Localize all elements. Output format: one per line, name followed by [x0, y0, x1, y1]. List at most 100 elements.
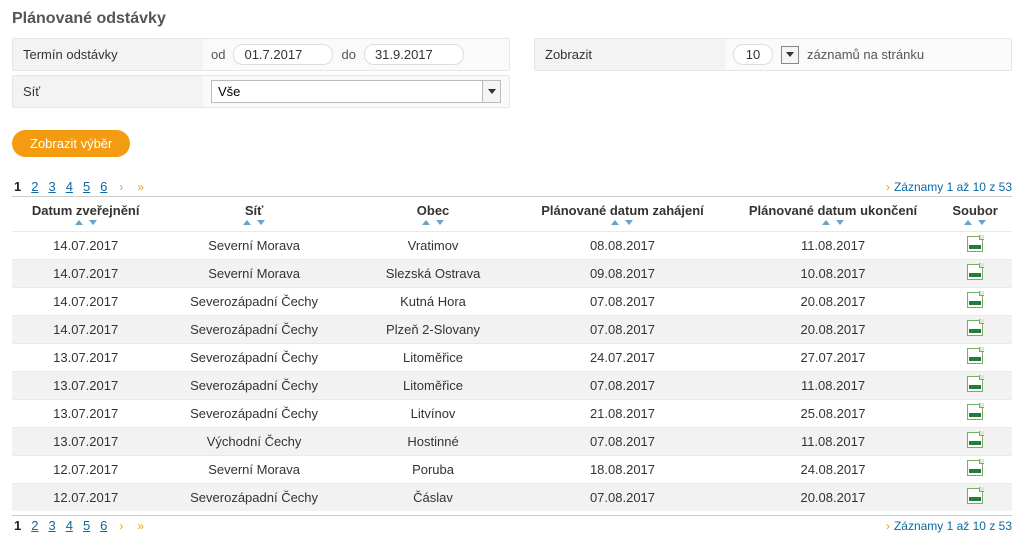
cell-file	[938, 484, 1012, 512]
excel-file-icon[interactable]	[967, 292, 983, 308]
pager-page-5[interactable]: 5	[83, 179, 90, 194]
pager-page-5[interactable]: 5	[83, 518, 90, 533]
cell-end: 27.07.2017	[728, 344, 939, 372]
cell-file	[938, 428, 1012, 456]
od-label: od	[211, 47, 225, 62]
pager-page-6[interactable]: 6	[100, 518, 107, 533]
cell-net: Severozápadní Čechy	[159, 372, 348, 400]
pager-last-icon[interactable]: »	[135, 180, 146, 194]
pager-page-2[interactable]: 2	[31, 179, 38, 194]
cell-obec: Poruba	[349, 456, 517, 484]
cell-net: Severní Morava	[159, 456, 348, 484]
pager-page-4[interactable]: 4	[66, 179, 73, 194]
cell-start: 21.08.2017	[517, 400, 728, 428]
cell-start: 07.08.2017	[517, 288, 728, 316]
sort-obec-desc-icon[interactable]	[436, 220, 444, 225]
table-row: 13.07.2017Severozápadní ČechyLitvínov21.…	[12, 400, 1012, 428]
date-to-input[interactable]: 31.9.2017	[364, 44, 464, 65]
cell-start: 07.08.2017	[517, 316, 728, 344]
cell-pub: 14.07.2017	[12, 260, 159, 288]
cell-pub: 13.07.2017	[12, 372, 159, 400]
table-row: 13.07.2017Severozápadní ČechyLitoměřice0…	[12, 372, 1012, 400]
cell-obec: Hostinné	[349, 428, 517, 456]
excel-file-icon[interactable]	[967, 432, 983, 448]
excel-file-icon[interactable]	[967, 264, 983, 280]
cell-pub: 14.07.2017	[12, 288, 159, 316]
cell-pub: 12.07.2017	[12, 456, 159, 484]
excel-file-icon[interactable]	[967, 320, 983, 336]
cell-net: Severozápadní Čechy	[159, 484, 348, 512]
cell-net: Severozápadní Čechy	[159, 316, 348, 344]
filter-network-label: Síť	[13, 76, 203, 107]
excel-file-icon[interactable]	[967, 488, 983, 504]
cell-file	[938, 288, 1012, 316]
sort-pub-asc-icon[interactable]	[75, 220, 83, 225]
cell-pub: 14.07.2017	[12, 316, 159, 344]
per-page-value[interactable]: 10	[733, 44, 773, 65]
cell-start: 08.08.2017	[517, 232, 728, 260]
pager-page-3[interactable]: 3	[48, 518, 55, 533]
cell-obec: Litoměřice	[349, 372, 517, 400]
cell-pub: 13.07.2017	[12, 400, 159, 428]
cell-pub: 13.07.2017	[12, 428, 159, 456]
sort-obec-asc-icon[interactable]	[422, 220, 430, 225]
network-select[interactable]: Vše	[211, 80, 501, 103]
sort-net-desc-icon[interactable]	[257, 220, 265, 225]
cell-end: 10.08.2017	[728, 260, 939, 288]
excel-file-icon[interactable]	[967, 460, 983, 476]
pager-next-icon[interactable]: ›	[117, 180, 125, 194]
sort-file-desc-icon[interactable]	[978, 220, 986, 225]
date-from-input[interactable]: 01.7.2017	[233, 44, 333, 65]
page-title: Plánované odstávky	[12, 10, 1012, 28]
sort-end-asc-icon[interactable]	[822, 220, 830, 225]
sort-end-desc-icon[interactable]	[836, 220, 844, 225]
excel-file-icon[interactable]	[967, 348, 983, 364]
cell-file	[938, 372, 1012, 400]
do-label: do	[341, 47, 355, 62]
cell-start: 24.07.2017	[517, 344, 728, 372]
table-row: 14.07.2017Severozápadní ČechyKutná Hora0…	[12, 288, 1012, 316]
pager-page-1[interactable]: 1	[14, 518, 21, 533]
pager-page-2[interactable]: 2	[31, 518, 38, 533]
cell-net: Severní Morava	[159, 260, 348, 288]
cell-end: 20.08.2017	[728, 288, 939, 316]
filter-perpage-label: Zobrazit	[535, 39, 725, 70]
pager-bottom: 123456›» Záznamy 1 až 10 z 53	[12, 515, 1012, 535]
cell-net: Severozápadní Čechy	[159, 288, 348, 316]
pager-page-1[interactable]: 1	[14, 179, 21, 194]
cell-start: 07.08.2017	[517, 428, 728, 456]
table-row: 14.07.2017Severní MoravaSlezská Ostrava0…	[12, 260, 1012, 288]
cell-pub: 12.07.2017	[12, 484, 159, 512]
pager-last-icon[interactable]: »	[135, 519, 146, 533]
col-pub-header: Datum zveřejnění	[16, 203, 155, 218]
excel-file-icon[interactable]	[967, 236, 983, 252]
sort-start-asc-icon[interactable]	[611, 220, 619, 225]
sort-pub-desc-icon[interactable]	[89, 220, 97, 225]
cell-end: 20.08.2017	[728, 484, 939, 512]
table-row: 12.07.2017Severozápadní ČechyČáslav07.08…	[12, 484, 1012, 512]
pager-page-3[interactable]: 3	[48, 179, 55, 194]
cell-net: Severní Morava	[159, 232, 348, 260]
excel-file-icon[interactable]	[967, 404, 983, 420]
cell-file	[938, 232, 1012, 260]
sort-start-desc-icon[interactable]	[625, 220, 633, 225]
col-file-header: Soubor	[942, 203, 1008, 218]
excel-file-icon[interactable]	[967, 376, 983, 392]
table-row: 13.07.2017Severozápadní ČechyLitoměřice2…	[12, 344, 1012, 372]
record-info-top: Záznamy 1 až 10 z 53	[886, 180, 1012, 194]
pager-next-icon[interactable]: ›	[117, 519, 125, 533]
per-page-dropdown-icon[interactable]	[781, 46, 799, 64]
pager-page-6[interactable]: 6	[100, 179, 107, 194]
table-row: 13.07.2017Východní ČechyHostinné07.08.20…	[12, 428, 1012, 456]
cell-pub: 13.07.2017	[12, 344, 159, 372]
submit-button[interactable]: Zobrazit výběr	[12, 130, 130, 157]
pager-page-4[interactable]: 4	[66, 518, 73, 533]
cell-obec: Vratimov	[349, 232, 517, 260]
sort-net-asc-icon[interactable]	[243, 220, 251, 225]
per-page-suffix: záznamů na stránku	[807, 47, 924, 62]
col-start-header: Plánované datum zahájení	[521, 203, 724, 218]
table-row: 14.07.2017Severní MoravaVratimov08.08.20…	[12, 232, 1012, 260]
filter-term-label: Termín odstávky	[13, 39, 203, 70]
outage-table: Datum zveřejnění Síť Obec Plánované datu…	[12, 197, 1012, 511]
sort-file-asc-icon[interactable]	[964, 220, 972, 225]
